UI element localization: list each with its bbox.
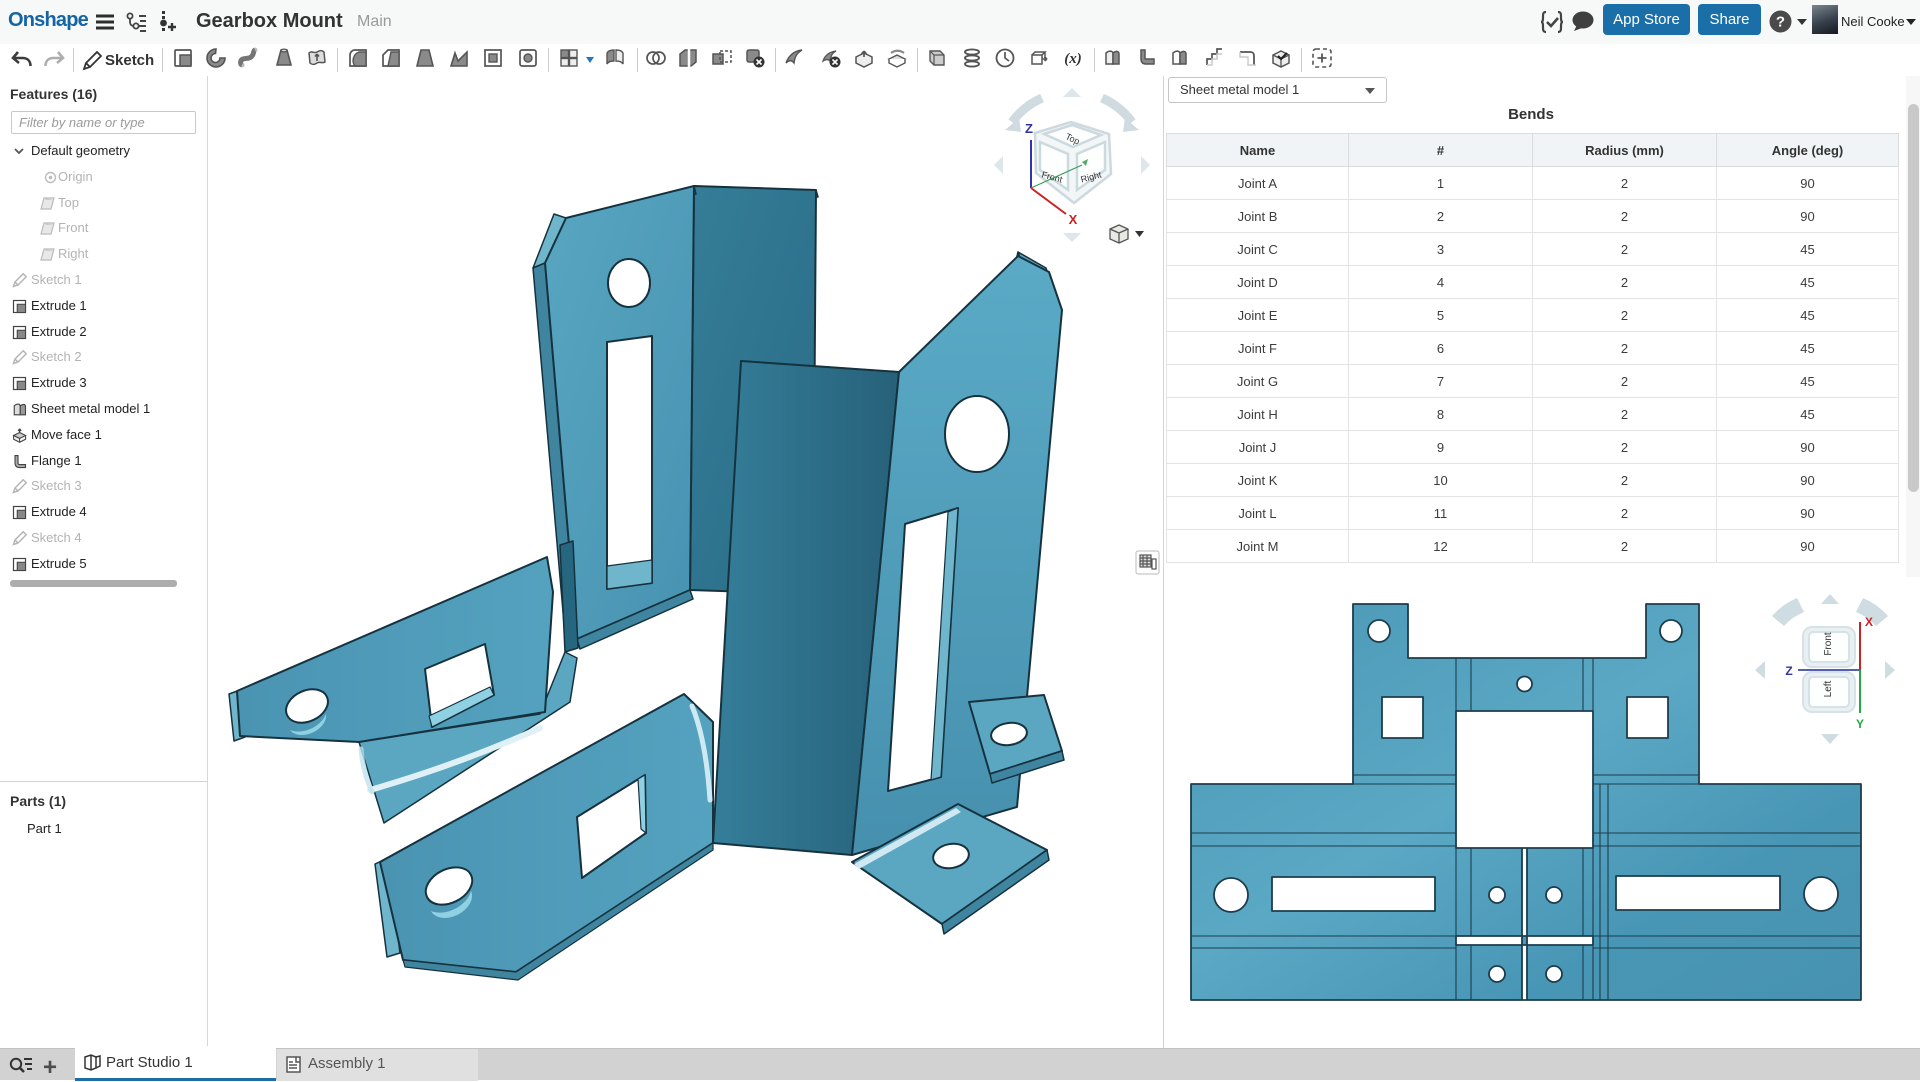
svg-text:X: X: [1865, 615, 1873, 629]
svg-text:Z: Z: [1025, 121, 1033, 136]
svg-text:?: ?: [1776, 14, 1785, 31]
svg-text:Left: Left: [1823, 680, 1834, 697]
svg-text:X: X: [1069, 212, 1078, 227]
svg-text:Front: Front: [1823, 632, 1834, 656]
svg-text:(x): (x): [1064, 51, 1082, 67]
svg-text:Z: Z: [1785, 664, 1792, 678]
svg-text:Y: Y: [1856, 717, 1864, 731]
